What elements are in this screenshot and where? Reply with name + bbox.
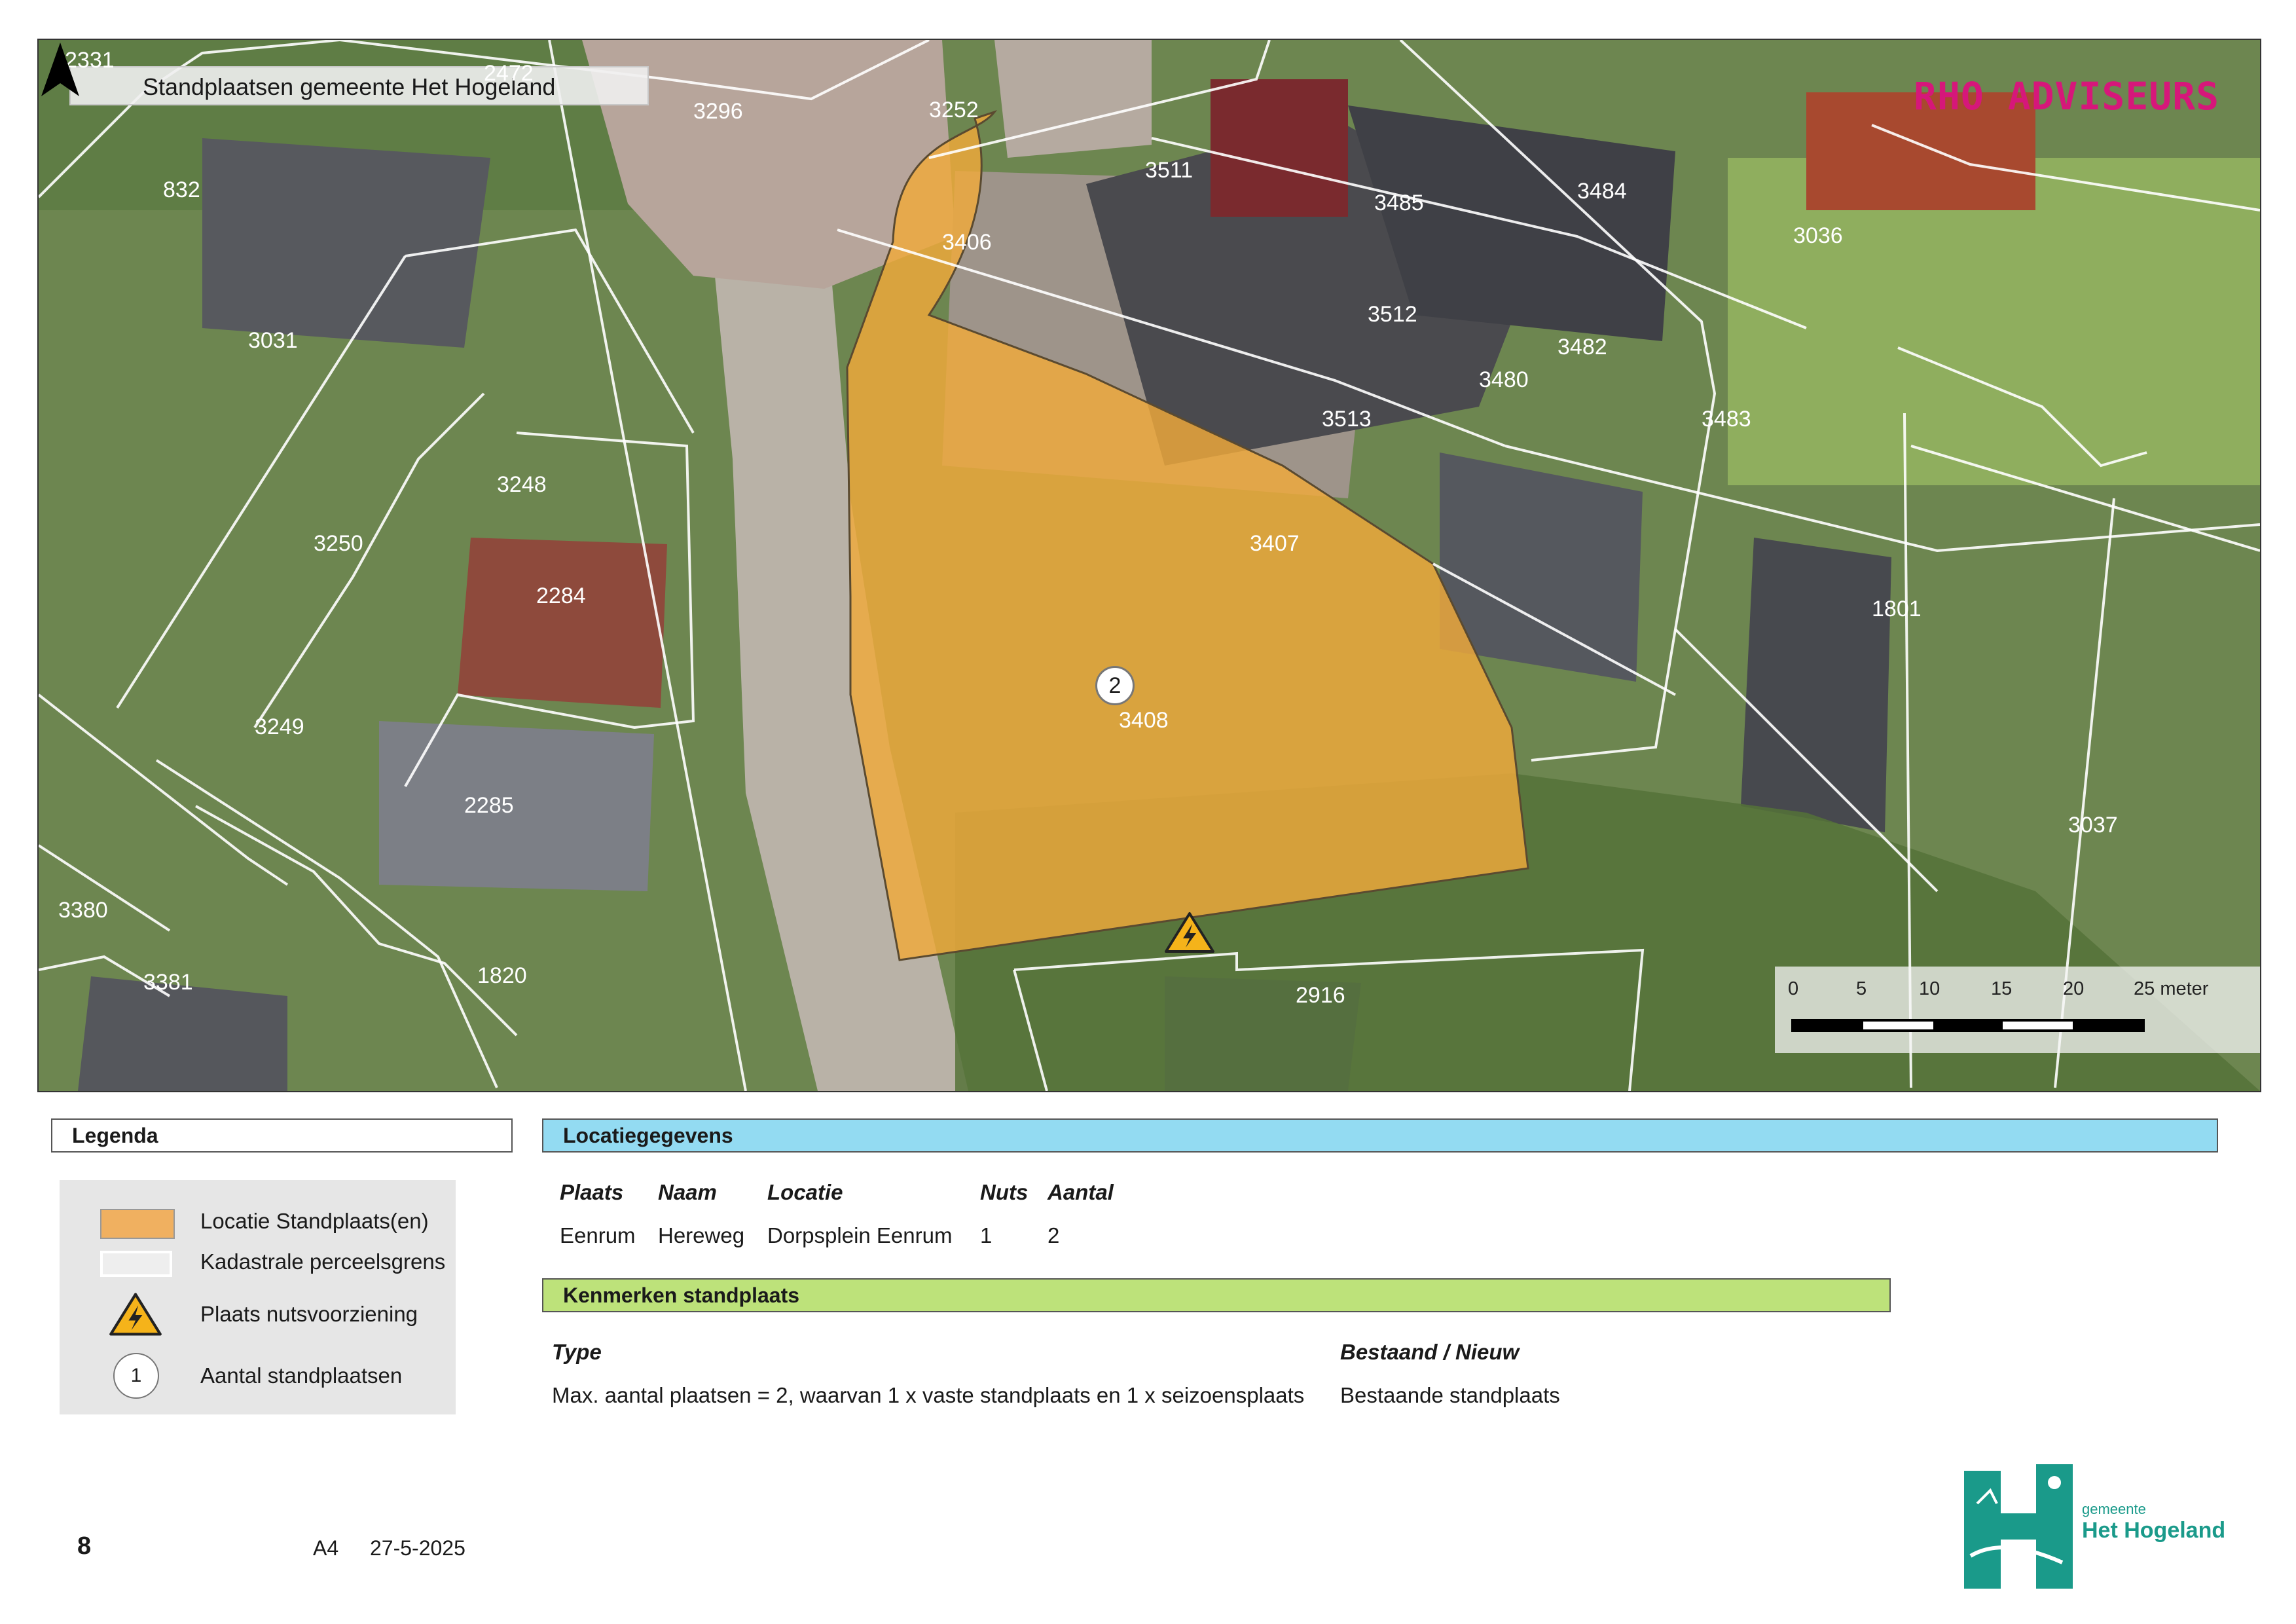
location-header-naam: Naam <box>658 1180 717 1204</box>
scale-tick: 20 <box>2063 978 2085 999</box>
warning-electric-icon[interactable] <box>1163 911 1216 954</box>
parcel-number-label: 2285 <box>464 793 514 818</box>
parcel-number-label: 3408 <box>1119 708 1169 733</box>
parcel-boundary-icon <box>100 1251 172 1277</box>
legend-label: Kadastrale perceelsgrens <box>200 1249 446 1274</box>
location-header-aantal: Aantal <box>1048 1180 1114 1204</box>
scale-tick: 25 meter <box>2134 978 2209 999</box>
standplaats-count: 2 <box>1108 673 1121 698</box>
parcel-number-label: 2472 <box>484 61 534 86</box>
scale-tick: 10 <box>1919 978 1941 999</box>
parcel-number-label: 3249 <box>255 714 304 739</box>
paper-size: A4 <box>313 1536 339 1560</box>
location-cell-locatie: Dorpsplein Eenrum <box>767 1223 953 1247</box>
location-cell-plaats: Eenrum <box>560 1223 636 1247</box>
parcel-number-label: 832 <box>163 177 200 202</box>
scale-tick: 0 <box>1788 978 1799 999</box>
legend: Locatie Standplaats(en) Kadastrale perce… <box>60 1180 456 1414</box>
parcel-number-label: 3248 <box>497 472 547 497</box>
logo-text: gemeente Het Hogeland <box>2082 1501 2225 1543</box>
logo-line-1: gemeente <box>2082 1501 2146 1517</box>
legend-label: Locatie Standplaats(en) <box>200 1209 429 1233</box>
parcel-number-label: 3381 <box>143 970 193 995</box>
location-cell-nuts: 1 <box>980 1223 993 1247</box>
parcel-number-label: 3031 <box>248 328 298 353</box>
parcel-number-label: 3513 <box>1322 407 1372 432</box>
parcel-number-label: 3485 <box>1374 191 1424 215</box>
warning-electric-icon <box>109 1293 162 1336</box>
features-cell-type: Max. aantal plaatsen = 2, waarvan 1 x va… <box>552 1383 1305 1407</box>
scale-bar: 0 5 10 15 20 25 meter <box>1775 967 2260 1053</box>
north-arrow-icon <box>41 43 79 96</box>
scale-tick: 5 <box>1856 978 1867 999</box>
parcel-number-label: 3252 <box>929 98 979 122</box>
count-circle-symbol: 1 <box>130 1365 142 1386</box>
parcel-number-label: 3512 <box>1368 302 1417 327</box>
page-number: 8 <box>77 1532 92 1560</box>
parcel-label-layer: 233124723296 325283235113485 3484303634063… <box>58 48 2118 1008</box>
parcel-number-label: 1801 <box>1872 597 1922 621</box>
parcel-number-label: 3480 <box>1479 367 1529 392</box>
parcel-number-label: 3406 <box>942 230 992 255</box>
parcel-number-label: 1820 <box>477 963 527 988</box>
location-panel-title: Locatiegegevens <box>542 1118 2218 1153</box>
parcel-number-label: 3250 <box>314 531 363 556</box>
features-cell-status: Bestaande standplaats <box>1340 1383 1560 1407</box>
parcel-number-label: 2284 <box>536 583 586 608</box>
parcel-number-label: 3037 <box>2068 813 2118 838</box>
count-circle-icon: 1 <box>113 1353 159 1399</box>
legend-title: Legenda <box>51 1118 513 1153</box>
location-cell-naam: Hereweg <box>658 1223 745 1247</box>
logo-line-2: Het Hogeland <box>2082 1518 2226 1543</box>
features-header-type: Type <box>552 1340 602 1364</box>
location-header-locatie: Locatie <box>767 1180 843 1204</box>
legend-label: Plaats nutsvoorziening <box>200 1302 418 1326</box>
parcel-number-label: 3482 <box>1558 335 1607 360</box>
parcel-number-label: 3296 <box>693 99 743 124</box>
parcel-number-label: 3511 <box>1145 158 1193 183</box>
location-header-nuts: Nuts <box>980 1180 1029 1204</box>
location-header-plaats: Plaats <box>560 1180 624 1204</box>
scale-bar-graphic <box>1791 1019 2145 1032</box>
features-header-status: Bestaand / Nieuw <box>1340 1340 1520 1364</box>
location-cell-aantal: 2 <box>1048 1223 1060 1247</box>
parcel-number-label: 2916 <box>1296 983 1345 1008</box>
orange-area-icon <box>100 1209 175 1239</box>
parcel-number-label: 3483 <box>1702 407 1751 432</box>
parcel-number-label: 3380 <box>58 898 108 923</box>
standplaats-count-marker[interactable]: 2 <box>1095 666 1135 705</box>
document-date: 27-5-2025 <box>370 1536 465 1560</box>
parcel-number-label: 3484 <box>1577 179 1627 204</box>
legend-label: Aantal standplaatsen <box>200 1363 403 1388</box>
features-panel-title: Kenmerken standplaats <box>542 1278 1891 1312</box>
parcel-number-label: 3407 <box>1250 531 1300 556</box>
map-frame[interactable]: Standplaatsen gemeente Het Hogeland RHO … <box>37 39 2261 1092</box>
parcel-number-label: 3036 <box>1793 223 1843 248</box>
scale-tick: 15 <box>1991 978 2013 999</box>
het-hogeland-logo-icon <box>1964 1464 2073 1589</box>
